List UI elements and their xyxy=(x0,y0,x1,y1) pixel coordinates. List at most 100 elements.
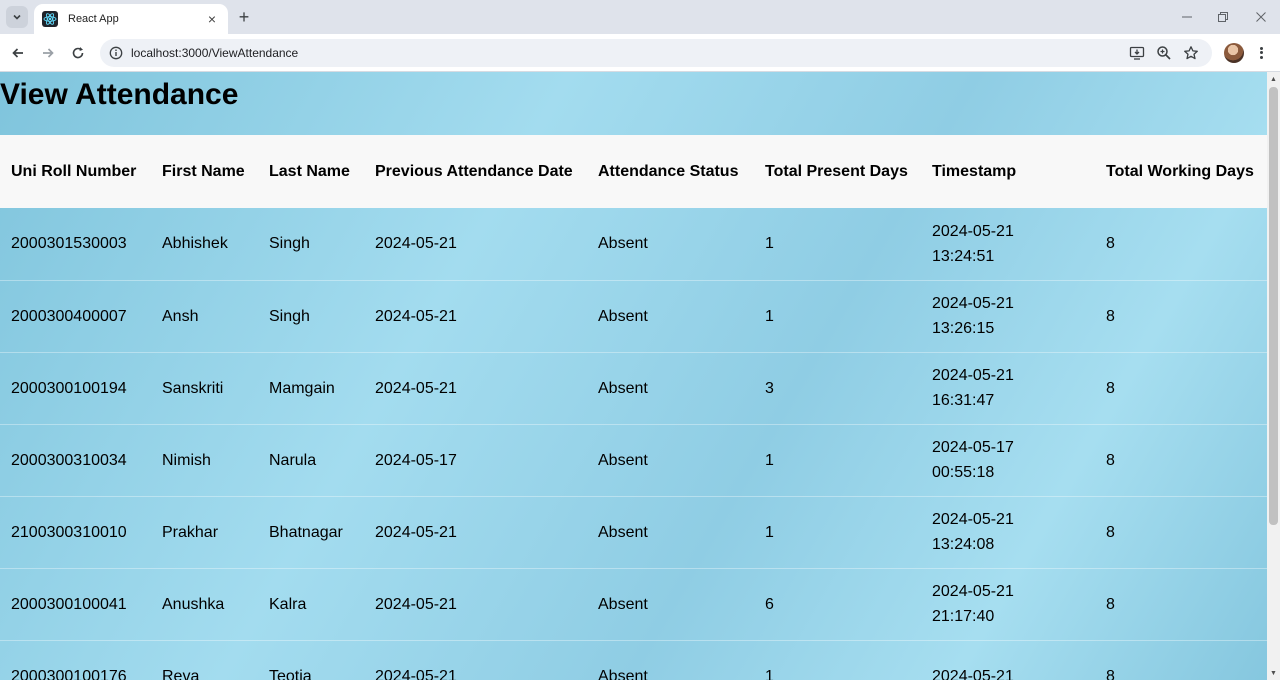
tab-title: React App xyxy=(68,13,119,25)
timestamp-date: 2024-05-21 xyxy=(932,222,1014,240)
cell-roll: 2000300310034 xyxy=(11,451,127,469)
cell-timestamp: 2024-05-21 xyxy=(921,640,1095,680)
cell-status: Absent xyxy=(598,451,648,469)
cell-timestamp: 2024-05-17 00:55:18 xyxy=(921,424,1095,496)
timestamp-time: 13:24:51 xyxy=(932,247,995,265)
scroll-down-arrow-icon[interactable]: ▼ xyxy=(1267,666,1280,680)
cell-first-name: Anushka xyxy=(162,595,225,613)
table-row: 2000300100041 Anushka Kalra 2024-05-21 A… xyxy=(0,568,1267,640)
table-header-row: Uni Roll Number First Name Last Name Pre… xyxy=(0,135,1267,208)
scrollbar-thumb[interactable] xyxy=(1269,87,1278,525)
install-app-icon[interactable] xyxy=(1128,44,1146,62)
cell-previous-date: 2024-05-21 xyxy=(375,595,457,613)
cell-working-days: 8 xyxy=(1106,235,1115,253)
cell-previous-date: 2024-05-17 xyxy=(375,451,457,469)
more-vert-icon[interactable] xyxy=(1254,43,1268,63)
cell-first-name: Sanskriti xyxy=(162,379,224,397)
forward-button[interactable] xyxy=(36,41,60,65)
col-header-timestamp: Timestamp xyxy=(932,163,1017,180)
page-title: View Attendance xyxy=(0,78,239,111)
cell-status: Absent xyxy=(598,307,648,325)
scroll-up-arrow-icon[interactable]: ▲ xyxy=(1267,72,1280,86)
cell-previous-date: 2024-05-21 xyxy=(375,307,457,325)
cell-present-days: 6 xyxy=(765,595,774,613)
cell-status: Absent xyxy=(598,667,648,680)
reload-icon xyxy=(72,47,84,59)
cell-present-days: 1 xyxy=(765,451,774,469)
table-row: 2000300100176 Reva Teotia 2024-05-21 Abs… xyxy=(0,640,1267,680)
chevron-down-icon xyxy=(13,14,21,20)
minimize-icon[interactable] xyxy=(1178,8,1196,26)
table-row: 2100300310010 Prakhar Bhatnagar 2024-05-… xyxy=(0,496,1267,568)
cell-status: Absent xyxy=(598,595,648,613)
cell-previous-date: 2024-05-21 xyxy=(375,523,457,541)
cell-last-name: Bhatnagar xyxy=(269,523,343,541)
cell-status: Absent xyxy=(598,235,648,253)
cell-previous-date: 2024-05-21 xyxy=(375,667,457,680)
cell-roll: 2000301530003 xyxy=(11,235,127,253)
cell-roll: 2000300100176 xyxy=(11,667,127,680)
back-button[interactable] xyxy=(6,41,30,65)
info-icon[interactable] xyxy=(108,45,124,61)
window-close-icon[interactable] xyxy=(1252,8,1270,26)
cell-status: Absent xyxy=(598,379,648,397)
timestamp-date: 2024-05-21 xyxy=(932,667,1014,680)
col-header-first-name: First Name xyxy=(162,163,245,180)
timestamp-date: 2024-05-21 xyxy=(932,367,1014,384)
star-icon[interactable] xyxy=(1182,44,1200,62)
cell-roll: 2000300400007 xyxy=(11,307,127,325)
page-viewport: View Attendance Uni Roll Number First Na… xyxy=(0,72,1280,680)
timestamp-time: 13:26:15 xyxy=(932,320,995,337)
table-row: 2000300100194 Sanskriti Mamgain 2024-05-… xyxy=(0,352,1267,424)
cell-last-name: Mamgain xyxy=(269,379,335,397)
cell-timestamp: 2024-05-21 21:17:40 xyxy=(921,568,1095,640)
cell-working-days: 8 xyxy=(1106,523,1115,541)
new-tab-button[interactable]: + xyxy=(234,7,254,27)
cell-present-days: 1 xyxy=(765,235,774,253)
cell-previous-date: 2024-05-21 xyxy=(375,235,457,253)
avatar[interactable] xyxy=(1224,43,1244,63)
cell-last-name: Singh xyxy=(269,307,310,325)
restore-icon[interactable] xyxy=(1214,8,1232,26)
cell-timestamp: 2024-05-21 13:24:51 xyxy=(921,208,1095,280)
timestamp-time: 13:24:08 xyxy=(932,536,995,553)
cell-last-name: Narula xyxy=(269,451,317,469)
cell-first-name: Prakhar xyxy=(162,523,219,541)
cell-last-name: Kalra xyxy=(269,595,307,613)
close-icon[interactable]: × xyxy=(204,11,220,27)
react-logo-icon xyxy=(42,11,58,27)
cell-working-days: 8 xyxy=(1106,307,1115,325)
tab-search-button[interactable] xyxy=(6,6,28,28)
browser-toolbar: localhost:3000/ViewAttendance xyxy=(0,34,1280,72)
cell-timestamp: 2024-05-21 13:26:15 xyxy=(921,280,1095,352)
reload-button[interactable] xyxy=(66,41,90,65)
col-header-status: Attendance Status xyxy=(598,163,739,180)
cell-first-name: Abhishek xyxy=(162,235,228,253)
table-row: 2000300310034 Nimish Narula 2024-05-17 A… xyxy=(0,424,1267,496)
cell-roll: 2000300100041 xyxy=(11,595,127,613)
arrow-right-icon xyxy=(43,48,54,58)
table-row: 2000301530003 Abhishek Singh 2024-05-21 … xyxy=(0,208,1267,280)
cell-timestamp: 2024-05-21 13:24:08 xyxy=(921,496,1095,568)
col-header-present-days: Total Present Days xyxy=(765,163,908,180)
timestamp-date: 2024-05-21 xyxy=(932,295,1014,312)
cell-working-days: 8 xyxy=(1106,595,1115,613)
tab-strip: React App × + xyxy=(0,0,1280,34)
browser-tab[interactable]: React App × xyxy=(34,4,228,34)
cell-previous-date: 2024-05-21 xyxy=(375,379,457,397)
cell-present-days: 1 xyxy=(765,307,774,325)
address-bar[interactable]: localhost:3000/ViewAttendance xyxy=(100,39,1212,67)
cell-timestamp: 2024-05-21 16:31:47 xyxy=(921,352,1095,424)
col-header-roll: Uni Roll Number xyxy=(11,163,137,180)
zoom-icon[interactable] xyxy=(1155,44,1173,62)
url-text[interactable]: localhost:3000/ViewAttendance xyxy=(131,46,298,60)
cell-last-name: Singh xyxy=(269,235,310,253)
cell-roll: 2100300310010 xyxy=(11,523,127,541)
cell-working-days: 8 xyxy=(1106,451,1115,469)
table-row: 2000300400007 Ansh Singh 2024-05-21 Abse… xyxy=(0,280,1267,352)
cell-working-days: 8 xyxy=(1106,667,1115,680)
timestamp-date: 2024-05-17 xyxy=(932,439,1014,456)
vertical-scrollbar[interactable]: ▲ ▼ xyxy=(1267,72,1280,680)
timestamp-time: 21:17:40 xyxy=(932,608,995,625)
cell-present-days: 1 xyxy=(765,523,774,541)
